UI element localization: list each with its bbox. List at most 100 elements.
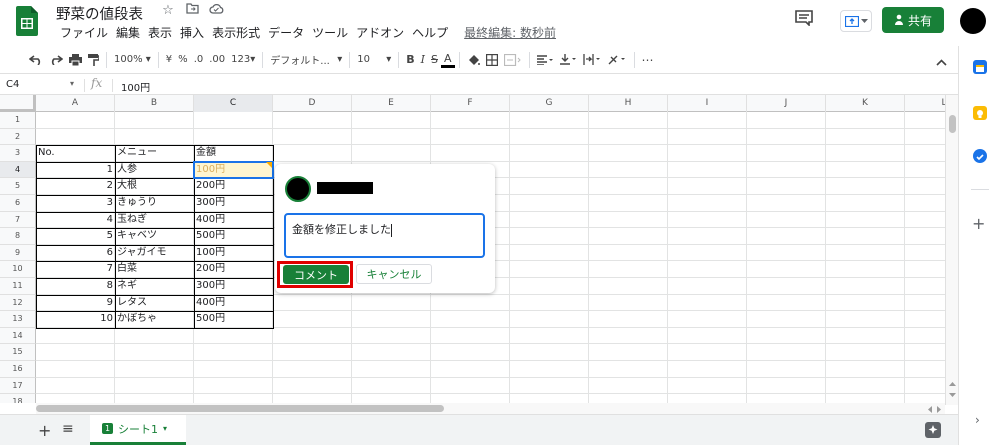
get-addons-icon[interactable]: +	[972, 214, 985, 233]
undo-icon[interactable]	[26, 49, 46, 71]
sheets-logo-icon[interactable]	[16, 6, 38, 36]
row-header-4[interactable]: 4	[0, 161, 36, 179]
column-header-b[interactable]: B	[115, 95, 194, 112]
menu-edit[interactable]: 編集	[112, 24, 144, 41]
column-header-e[interactable]: E	[352, 95, 431, 112]
row-header-14[interactable]: 14	[0, 327, 36, 345]
more-tools-button[interactable]: ⋯	[639, 49, 657, 71]
column-header-d[interactable]: D	[273, 95, 352, 112]
last-edit-link[interactable]: 最終編集: 数秒前	[460, 24, 560, 41]
row-header-3[interactable]: 3	[0, 145, 36, 162]
collapse-menus-icon[interactable]	[933, 51, 950, 73]
column-header-a[interactable]: A	[36, 95, 115, 112]
scroll-right-icon[interactable]	[937, 406, 942, 413]
row-header-18[interactable]: 18	[0, 394, 36, 403]
column-header-f[interactable]: F	[431, 95, 510, 112]
scroll-left-icon[interactable]	[927, 406, 932, 413]
increase-decimal-button[interactable]: .00	[206, 49, 228, 71]
column-header-h[interactable]: H	[589, 95, 668, 112]
menu-view[interactable]: 表示	[144, 24, 176, 41]
name-box[interactable]: C4	[6, 79, 19, 90]
print-icon[interactable]	[66, 49, 85, 71]
present-button[interactable]	[840, 10, 872, 32]
horizontal-align-icon[interactable]	[534, 49, 557, 71]
keep-notes-icon[interactable]	[973, 106, 987, 120]
account-avatar[interactable]	[960, 8, 986, 34]
text-color-button[interactable]: A	[441, 52, 455, 68]
row-header-7[interactable]: 7	[0, 211, 36, 229]
tab-sheet1[interactable]: 1 シート1 ▾	[90, 415, 186, 445]
currency-format-button[interactable]: ¥	[163, 49, 175, 71]
borders-icon[interactable]	[483, 49, 501, 71]
column-header-j[interactable]: J	[747, 95, 826, 112]
star-icon[interactable]: ☆	[160, 3, 176, 18]
row-header-12[interactable]: 12	[0, 294, 36, 312]
comment-input-text: 金額を修正しました	[292, 223, 391, 236]
scroll-down-icon[interactable]	[949, 393, 956, 398]
font-select[interactable]: デフォルト... ▾	[267, 49, 345, 71]
cloud-status-icon[interactable]	[208, 3, 224, 18]
document-title[interactable]: 野菜の値段表	[56, 3, 143, 24]
row-header-1[interactable]: 1	[0, 112, 36, 129]
move-folder-icon[interactable]	[184, 3, 200, 18]
text-wrap-icon[interactable]	[580, 49, 605, 71]
comment-submit-button[interactable]: コメント	[283, 265, 349, 284]
menu-help[interactable]: ヘルプ	[408, 24, 452, 41]
menu-format[interactable]: 表示形式	[208, 24, 264, 41]
column-header-g[interactable]: G	[510, 95, 589, 112]
comment-history-icon[interactable]	[795, 10, 813, 26]
column-header-l[interactable]: L	[905, 95, 945, 112]
zoom-select[interactable]: 100% ▾	[111, 49, 154, 71]
vertical-align-icon[interactable]	[557, 49, 580, 71]
scroll-up-icon[interactable]	[949, 381, 956, 386]
row-header-6[interactable]: 6	[0, 195, 36, 212]
select-all-corner[interactable]	[0, 95, 36, 112]
column-header-k[interactable]: K	[826, 95, 905, 112]
add-sheet-icon[interactable]: +	[38, 421, 51, 440]
percent-format-button[interactable]: %	[175, 49, 191, 71]
row-header-16[interactable]: 16	[0, 361, 36, 378]
more-formats-button[interactable]: 123 ▾	[228, 49, 258, 71]
menu-data[interactable]: データ	[264, 24, 308, 41]
vertical-scroll-thumb[interactable]	[949, 115, 956, 133]
strikethrough-button[interactable]: S	[428, 49, 441, 71]
row-header-9[interactable]: 9	[0, 244, 36, 262]
horizontal-scrollbar[interactable]	[36, 403, 945, 414]
row-header-15[interactable]: 15	[0, 344, 36, 361]
column-header-i[interactable]: I	[668, 95, 747, 112]
merge-cells-icon[interactable]	[501, 49, 525, 71]
more-formats-label: 123	[231, 54, 251, 65]
calendar-icon[interactable]	[973, 60, 987, 74]
horizontal-scroll-thumb[interactable]	[36, 405, 444, 412]
row-header-10[interactable]: 10	[0, 261, 36, 278]
bold-button[interactable]: B	[403, 49, 417, 71]
paint-format-icon[interactable]	[85, 49, 102, 71]
row-header-5[interactable]: 5	[0, 178, 36, 195]
row-header-13[interactable]: 13	[0, 311, 36, 328]
all-sheets-icon[interactable]: ≡	[62, 421, 74, 437]
font-size-select[interactable]: 10 ▾	[354, 49, 394, 71]
menu-file[interactable]: ファイル	[56, 24, 112, 41]
formula-input[interactable]: 100円	[121, 79, 150, 94]
menu-addons[interactable]: アドオン	[352, 24, 408, 41]
row-header-17[interactable]: 17	[0, 377, 36, 395]
share-button[interactable]: 共有	[882, 7, 944, 33]
vertical-scrollbar[interactable]	[945, 95, 958, 405]
redo-icon[interactable]	[46, 49, 66, 71]
row-header-2[interactable]: 2	[0, 128, 36, 146]
comment-input[interactable]: 金額を修正しました	[284, 213, 485, 258]
column-header-c[interactable]: C	[194, 95, 273, 112]
menu-tools[interactable]: ツール	[308, 24, 352, 41]
fill-color-icon[interactable]	[464, 49, 483, 71]
decrease-decimal-button[interactable]: .0	[191, 49, 207, 71]
row-header-8[interactable]: 8	[0, 228, 36, 245]
explore-icon[interactable]	[925, 422, 941, 438]
chevron-down-icon[interactable]: ▾	[70, 79, 74, 88]
tasks-icon[interactable]	[973, 149, 987, 163]
text-rotation-icon[interactable]	[605, 49, 630, 71]
comment-cancel-button[interactable]: キャンセル	[356, 264, 432, 284]
italic-button[interactable]: I	[418, 49, 428, 71]
row-header-11[interactable]: 11	[0, 278, 36, 295]
menu-insert[interactable]: 挿入	[176, 24, 208, 41]
hide-side-panel-icon[interactable]: ›	[975, 413, 980, 427]
